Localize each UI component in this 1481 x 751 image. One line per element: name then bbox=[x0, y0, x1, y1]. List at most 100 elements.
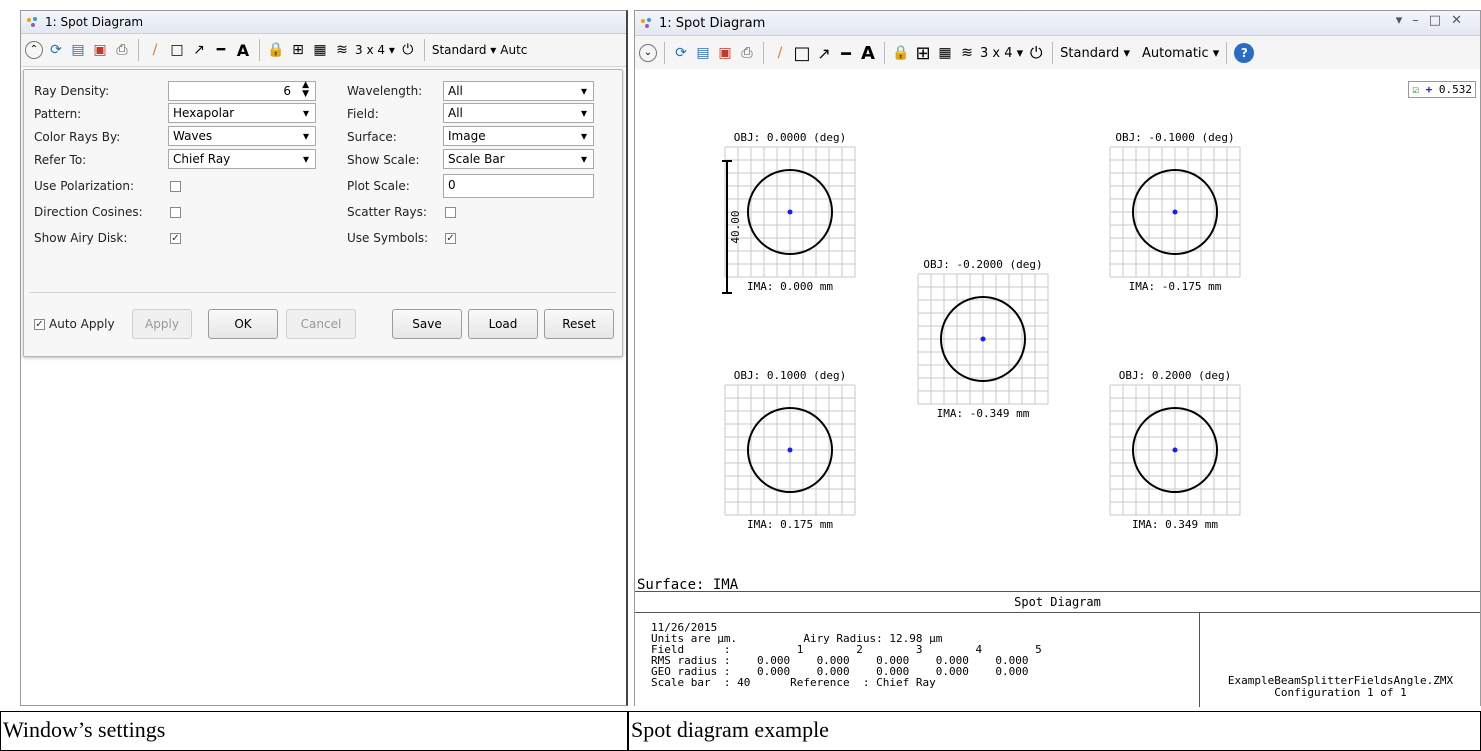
collapse-settings-icon[interactable]: ⌃ bbox=[25, 41, 43, 59]
toolbar: ⌃ ⟳ ▤ ▣ ⎙ / □ ↗ ━ A 🔒 ⊞ ▦ ≋ 3 x 4 ▾ ⏻ St… bbox=[21, 34, 626, 67]
info-text: 11/26/2015 Units are µm. Airy Radius: 12.… bbox=[651, 622, 1042, 688]
grid-size-dropdown[interactable]: 3 x 4 ▾ bbox=[355, 40, 395, 60]
reset-button[interactable]: Reset bbox=[544, 309, 614, 339]
dropdown-icon: ▾ bbox=[1395, 13, 1413, 28]
layers-icon[interactable]: ≋ bbox=[958, 43, 976, 63]
use-polarization-label: Use Polarization: bbox=[34, 179, 135, 193]
standard-dropdown[interactable]: Standard ▾ bbox=[432, 40, 496, 60]
field-select[interactable]: All bbox=[443, 103, 594, 123]
arrow-icon[interactable]: ↗ bbox=[190, 40, 208, 60]
line-icon[interactable]: ━ bbox=[837, 43, 855, 63]
rectangle-icon[interactable]: □ bbox=[793, 43, 811, 64]
arrow-icon[interactable]: ↗ bbox=[815, 43, 833, 63]
save-button[interactable]: Save bbox=[392, 309, 462, 339]
layout-grid-icon[interactable]: ⊞ bbox=[289, 40, 307, 60]
ok-button[interactable]: OK bbox=[208, 309, 278, 339]
title-bar: 1: Spot Diagram bbox=[21, 11, 626, 34]
auto-apply-label: Auto Apply bbox=[49, 317, 115, 331]
pencil-icon[interactable]: / bbox=[771, 43, 789, 63]
apply-button[interactable]: Apply bbox=[132, 309, 192, 339]
power-icon[interactable]: ⏻ bbox=[399, 40, 417, 60]
wavelength-label: Wavelength: bbox=[347, 84, 423, 98]
caption-right: Spot diagram example bbox=[628, 711, 1481, 751]
cancel-button[interactable]: Cancel bbox=[286, 309, 356, 339]
expand-settings-icon[interactable]: ⌄ bbox=[639, 44, 657, 62]
refresh-icon[interactable]: ⟳ bbox=[672, 43, 690, 63]
app-sparkle-icon bbox=[639, 16, 653, 30]
caption-left: Window’s settings bbox=[0, 711, 628, 751]
window-icon[interactable]: ▦ bbox=[936, 43, 954, 63]
copy-icon[interactable]: ▤ bbox=[69, 40, 87, 60]
configuration: Configuration 1 of 1 bbox=[1274, 686, 1407, 699]
power-icon[interactable]: ⏻ bbox=[1027, 43, 1045, 63]
spot-diagram-window: 1: Spot Diagram ▾–□✕ ⌄ ⟳ ▤ ▣ ⎙ / □ ↗ ━ A… bbox=[634, 10, 1481, 707]
wavelength-legend[interactable]: ☑ + 0.532 bbox=[1408, 81, 1476, 98]
surface-label: Surface: bbox=[347, 130, 397, 144]
spot-grid-svg: OBJ: 0.0000 (deg) IMA: 0.000 mm OBJ: -0.10… bbox=[722, 131, 1241, 531]
settings-window: 1: Spot Diagram ⌃ ⟳ ▤ ▣ ⎙ / □ ↗ ━ A 🔒 ⊞ … bbox=[20, 10, 628, 706]
wavelength-select[interactable]: All bbox=[443, 81, 594, 101]
rectangle-icon[interactable]: □ bbox=[168, 40, 186, 60]
obj-label: OBJ: 0.0000 (deg) bbox=[734, 131, 847, 144]
layers-icon[interactable]: ≋ bbox=[333, 40, 351, 60]
surface-select[interactable]: Image bbox=[443, 126, 594, 146]
text-icon[interactable]: A bbox=[234, 40, 252, 60]
app-sparkle-icon bbox=[25, 15, 39, 29]
copy-icon[interactable]: ▤ bbox=[694, 43, 712, 63]
settings-panel: Ray Density: 6 ▲▼ Pattern: Hexapolar Col… bbox=[23, 69, 623, 357]
layout-grid-icon[interactable]: ⊞ bbox=[914, 43, 932, 64]
spot-cell: OBJ: 0.0000 (deg) IMA: 0.000 mm bbox=[724, 131, 856, 293]
title-bar: 1: Spot Diagram ▾–□✕ bbox=[635, 11, 1480, 36]
window-icon[interactable]: ▦ bbox=[311, 40, 329, 60]
pattern-select[interactable]: Hexapolar bbox=[168, 103, 316, 123]
spinner-icon[interactable]: ▲ ▼ bbox=[302, 81, 309, 99]
color-rays-select[interactable]: Waves bbox=[168, 126, 316, 146]
field-label: Field: bbox=[347, 107, 379, 121]
spot-cell: OBJ: -0.2000 (deg) IMA: -0.349 mm bbox=[917, 258, 1049, 420]
line-icon[interactable]: ━ bbox=[212, 40, 230, 60]
automatic-dropdown[interactable]: Automatic ▾ bbox=[1142, 43, 1219, 63]
info-heading: Spot Diagram bbox=[635, 592, 1480, 613]
load-button[interactable]: Load bbox=[468, 309, 538, 339]
pencil-icon[interactable]: / bbox=[146, 40, 164, 60]
auto-apply-checkbox[interactable]: ✓ bbox=[34, 319, 45, 330]
minimize-icon: – bbox=[1412, 13, 1429, 28]
lock-icon[interactable]: 🔒 bbox=[267, 40, 285, 60]
text-icon[interactable]: A bbox=[859, 43, 877, 64]
show-scale-label: Show Scale: bbox=[347, 153, 420, 167]
standard-dropdown[interactable]: Standard ▾ bbox=[1060, 43, 1130, 63]
help-icon[interactable]: ? bbox=[1234, 43, 1255, 63]
direction-cosines-checkbox[interactable] bbox=[170, 207, 181, 218]
ray-spot bbox=[1172, 447, 1178, 453]
plot-scale-input[interactable]: 0 bbox=[443, 174, 594, 198]
save-icon[interactable]: ▣ bbox=[716, 43, 734, 63]
show-scale-select[interactable]: Scale Bar bbox=[443, 149, 594, 169]
use-symbols-checkbox[interactable]: ✓ bbox=[445, 233, 456, 244]
ray-density-label: Ray Density: bbox=[34, 84, 110, 98]
spot-cell: OBJ: -0.1000 (deg) IMA: -0.175 mm bbox=[1109, 131, 1241, 293]
lock-icon[interactable]: 🔒 bbox=[892, 43, 910, 63]
spot-diagram-plot: ☑ + 0.532 OBJ: 0.0000 (deg) IMA: 0.000 mm… bbox=[635, 69, 1480, 593]
print-icon[interactable]: ⎙ bbox=[738, 43, 756, 63]
grid-size-dropdown[interactable]: 3 x 4 ▾ bbox=[980, 43, 1023, 63]
window-controls[interactable]: ▾–□✕ bbox=[1396, 13, 1472, 28]
ima-label: IMA: 0.349 mm bbox=[1132, 518, 1218, 531]
automatic-dropdown[interactable]: Autc bbox=[500, 40, 527, 60]
save-icon[interactable]: ▣ bbox=[91, 40, 109, 60]
ray-density-input[interactable]: 6 ▲ ▼ bbox=[168, 81, 316, 101]
use-polarization-checkbox[interactable] bbox=[170, 181, 181, 192]
scatter-rays-checkbox[interactable] bbox=[445, 207, 456, 218]
divider bbox=[30, 292, 616, 293]
refer-to-label: Refer To: bbox=[34, 153, 87, 167]
print-icon[interactable]: ⎙ bbox=[113, 40, 131, 60]
obj-label: OBJ: -0.1000 (deg) bbox=[1115, 131, 1234, 144]
use-symbols-label: Use Symbols: bbox=[347, 231, 429, 245]
ray-spot bbox=[1172, 209, 1178, 215]
ima-label: IMA: 0.175 mm bbox=[747, 518, 833, 531]
ima-label: IMA: -0.349 mm bbox=[937, 407, 1030, 420]
spot-cell: OBJ: 0.2000 (deg) IMA: 0.349 mm bbox=[1109, 369, 1241, 531]
obj-label: OBJ: 0.1000 (deg) bbox=[734, 369, 847, 382]
show-airy-checkbox[interactable]: ✓ bbox=[170, 233, 181, 244]
refresh-icon[interactable]: ⟳ bbox=[47, 40, 65, 60]
refer-to-select[interactable]: Chief Ray bbox=[168, 149, 316, 169]
